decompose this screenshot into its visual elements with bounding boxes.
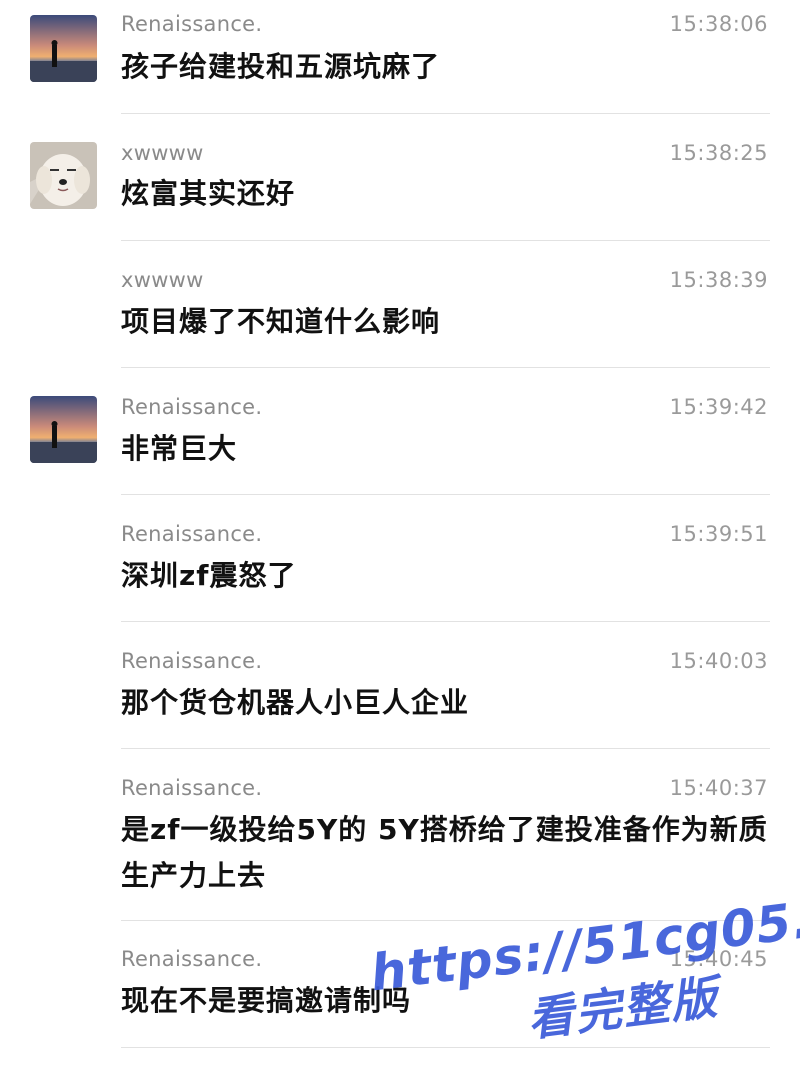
chat-history: Renaissance. 15:38:06 孩子给建投和五源坑麻了 xwwww … [0,0,800,1061]
message-timestamp: 15:40:37 [669,776,768,800]
message-text: 非常巨大 [121,432,238,465]
sender-name: Renaissance. [121,522,263,546]
message-divider [121,113,770,114]
message-text: 深圳zf震怒了 [121,559,297,592]
message-timestamp: 15:38:25 [669,141,768,165]
sender-name: Renaissance. [121,947,263,971]
message-text: 是zf一级投给5Y的 5Y搭桥给了建投准备作为新质生产力上去 [121,813,768,892]
message-divider [121,494,770,495]
message-divider [121,240,770,241]
message-divider [121,748,770,749]
sender-name: Renaissance. [121,776,263,800]
sender-name: xwwww [121,268,204,292]
message-timestamp: 15:40:03 [669,649,768,673]
message-timestamp: 15:38:39 [669,268,768,292]
message-timestamp: 15:39:51 [669,522,768,546]
message-text: 孩子给建投和五源坑麻了 [121,50,441,83]
message-timestamp: 15:39:42 [669,395,768,419]
message-timestamp: 15:38:06 [669,12,768,36]
sender-name: Renaissance. [121,649,263,673]
sender-name: Renaissance. [121,395,263,419]
sunset-silhouette-avatar[interactable] [30,396,97,463]
message-divider [121,621,770,622]
message-text: 那个货仓机器人小巨人企业 [121,686,470,719]
white-puppy-avatar[interactable] [30,142,97,209]
sunset-silhouette-avatar[interactable] [30,15,97,82]
message-divider [121,367,770,368]
sender-name: Renaissance. [121,12,263,36]
watermark-overlay: https://51cg05.cc 看完整版 [365,871,800,1060]
message-text: 炫富其实还好 [121,177,296,210]
sender-name: xwwww [121,141,204,165]
message-text: 项目爆了不知道什么影响 [121,305,441,338]
